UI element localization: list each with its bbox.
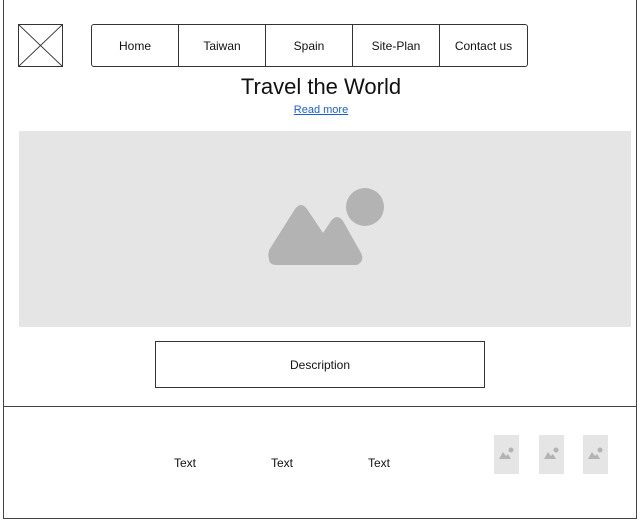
nav-spain[interactable]: Spain (266, 25, 353, 66)
footer-text-2: Text (271, 456, 294, 470)
nav-home[interactable]: Home (92, 25, 179, 66)
nav-taiwan[interactable]: Taiwan (179, 25, 266, 66)
image-placeholder-icon (544, 447, 559, 459)
main-nav: Home Taiwan Spain Site-Plan Contact us (91, 24, 528, 67)
footer-thumbnail-3[interactable] (583, 435, 608, 474)
read-more-link[interactable]: Read more (294, 104, 348, 116)
placeholder-x-icon (19, 25, 62, 66)
footer-thumbnail-2[interactable] (539, 435, 564, 474)
footer-thumbnail-1[interactable] (494, 435, 519, 474)
footer-text-1: Text (174, 456, 197, 470)
read-more-container: Read more (0, 104, 642, 116)
description-box: Description (155, 341, 485, 388)
footer-text-3: Text (368, 456, 391, 470)
nav-contact-us[interactable]: Contact us (440, 25, 527, 66)
logo-placeholder[interactable] (18, 24, 63, 67)
image-placeholder-icon (268, 188, 384, 265)
hero-image-placeholder (19, 131, 631, 327)
image-placeholder-icon (499, 447, 514, 459)
page-title: Travel the World (240, 74, 402, 99)
image-placeholder-icon (588, 447, 603, 459)
nav-site-plan[interactable]: Site-Plan (353, 25, 440, 66)
